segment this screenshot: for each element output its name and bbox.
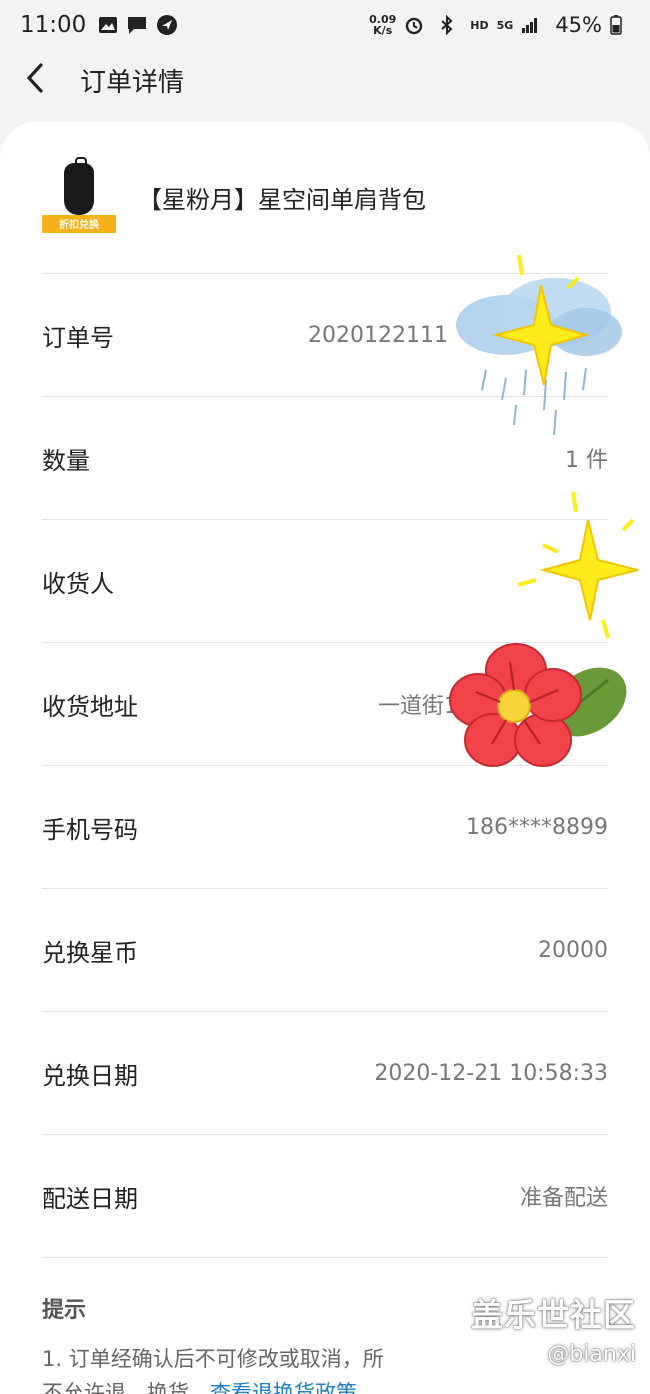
watermark: 盖乐世社区 @bianxi [471, 1290, 636, 1367]
discount-tag: 折扣兑换 [42, 214, 116, 233]
row-value: 一道街1 [378, 694, 458, 719]
battery-level: 45% [555, 13, 602, 37]
watermark-title: 盖乐世社区 [470, 1296, 636, 1334]
row-label: 配送日期 [42, 1184, 138, 1213]
row-value: 186****8899 [466, 814, 608, 840]
row-value: 20000 [538, 937, 608, 963]
message-icon [126, 15, 148, 35]
alarm-icon [404, 15, 424, 35]
cloud-sticker [446, 250, 626, 444]
app-icon [156, 14, 178, 36]
product-thumbnail: 折扣兑换 [42, 156, 118, 233]
row-value: 1 件 [565, 448, 608, 473]
bluetooth-icon [440, 15, 454, 35]
delivery-date-row: 配送日期 准备配送 [42, 1135, 608, 1258]
return-policy-link[interactable]: 查看退 [210, 1381, 273, 1394]
status-right: 0.09 K/s HD 5G 45% [369, 13, 630, 37]
backpack-image [64, 156, 94, 215]
row-value: 2020-12-21 10:58:33 [374, 1060, 608, 1086]
network-type: 5G [496, 18, 514, 32]
image-icon [98, 16, 118, 34]
star-coin-row: 兑换星币 20000 [42, 889, 608, 1012]
row-label: 收货人 [42, 569, 114, 598]
row-label: 兑换星币 [42, 938, 138, 967]
tips-line-2-text: 不允许退、换货。 [42, 1381, 210, 1394]
phone-row: 手机号码 186****8899 [42, 766, 608, 889]
flower-sticker [448, 640, 634, 779]
app-bar: 订单详情 [0, 50, 650, 110]
battery-icon [610, 15, 622, 35]
row-label: 兑换日期 [42, 1061, 138, 1090]
hd-badge: HD [470, 18, 489, 32]
status-bar: 11:00 0.09 K/s HD 5G 45% [0, 0, 650, 50]
star-sticker [517, 490, 650, 644]
chevron-left-icon [25, 62, 45, 98]
status-time: 11:00 [20, 12, 87, 38]
row-label: 订单号 [42, 323, 114, 352]
page-title: 订单详情 [80, 67, 185, 98]
signal-icon [521, 17, 539, 33]
net-speed: 0.09 K/s [369, 14, 396, 36]
row-label: 数量 [42, 446, 90, 475]
row-label: 手机号码 [42, 815, 138, 844]
net-speed-unit: K/s [373, 24, 393, 37]
exchange-policy-link[interactable]: 换货政策 [273, 1381, 357, 1394]
product-name: 【星粉月】星空间单肩背包 [138, 186, 426, 214]
row-value: 2020122111 [308, 322, 448, 348]
row-label: 收货地址 [42, 692, 138, 721]
exchange-date-row: 兑换日期 2020-12-21 10:58:33 [42, 1012, 608, 1135]
tips-line-2: 不允许退、换货。查看退换货政策 [42, 1376, 608, 1394]
back-button[interactable] [0, 50, 70, 110]
watermark-user: @bianxi [547, 1342, 636, 1367]
row-value: 准备配送 [519, 1186, 608, 1211]
